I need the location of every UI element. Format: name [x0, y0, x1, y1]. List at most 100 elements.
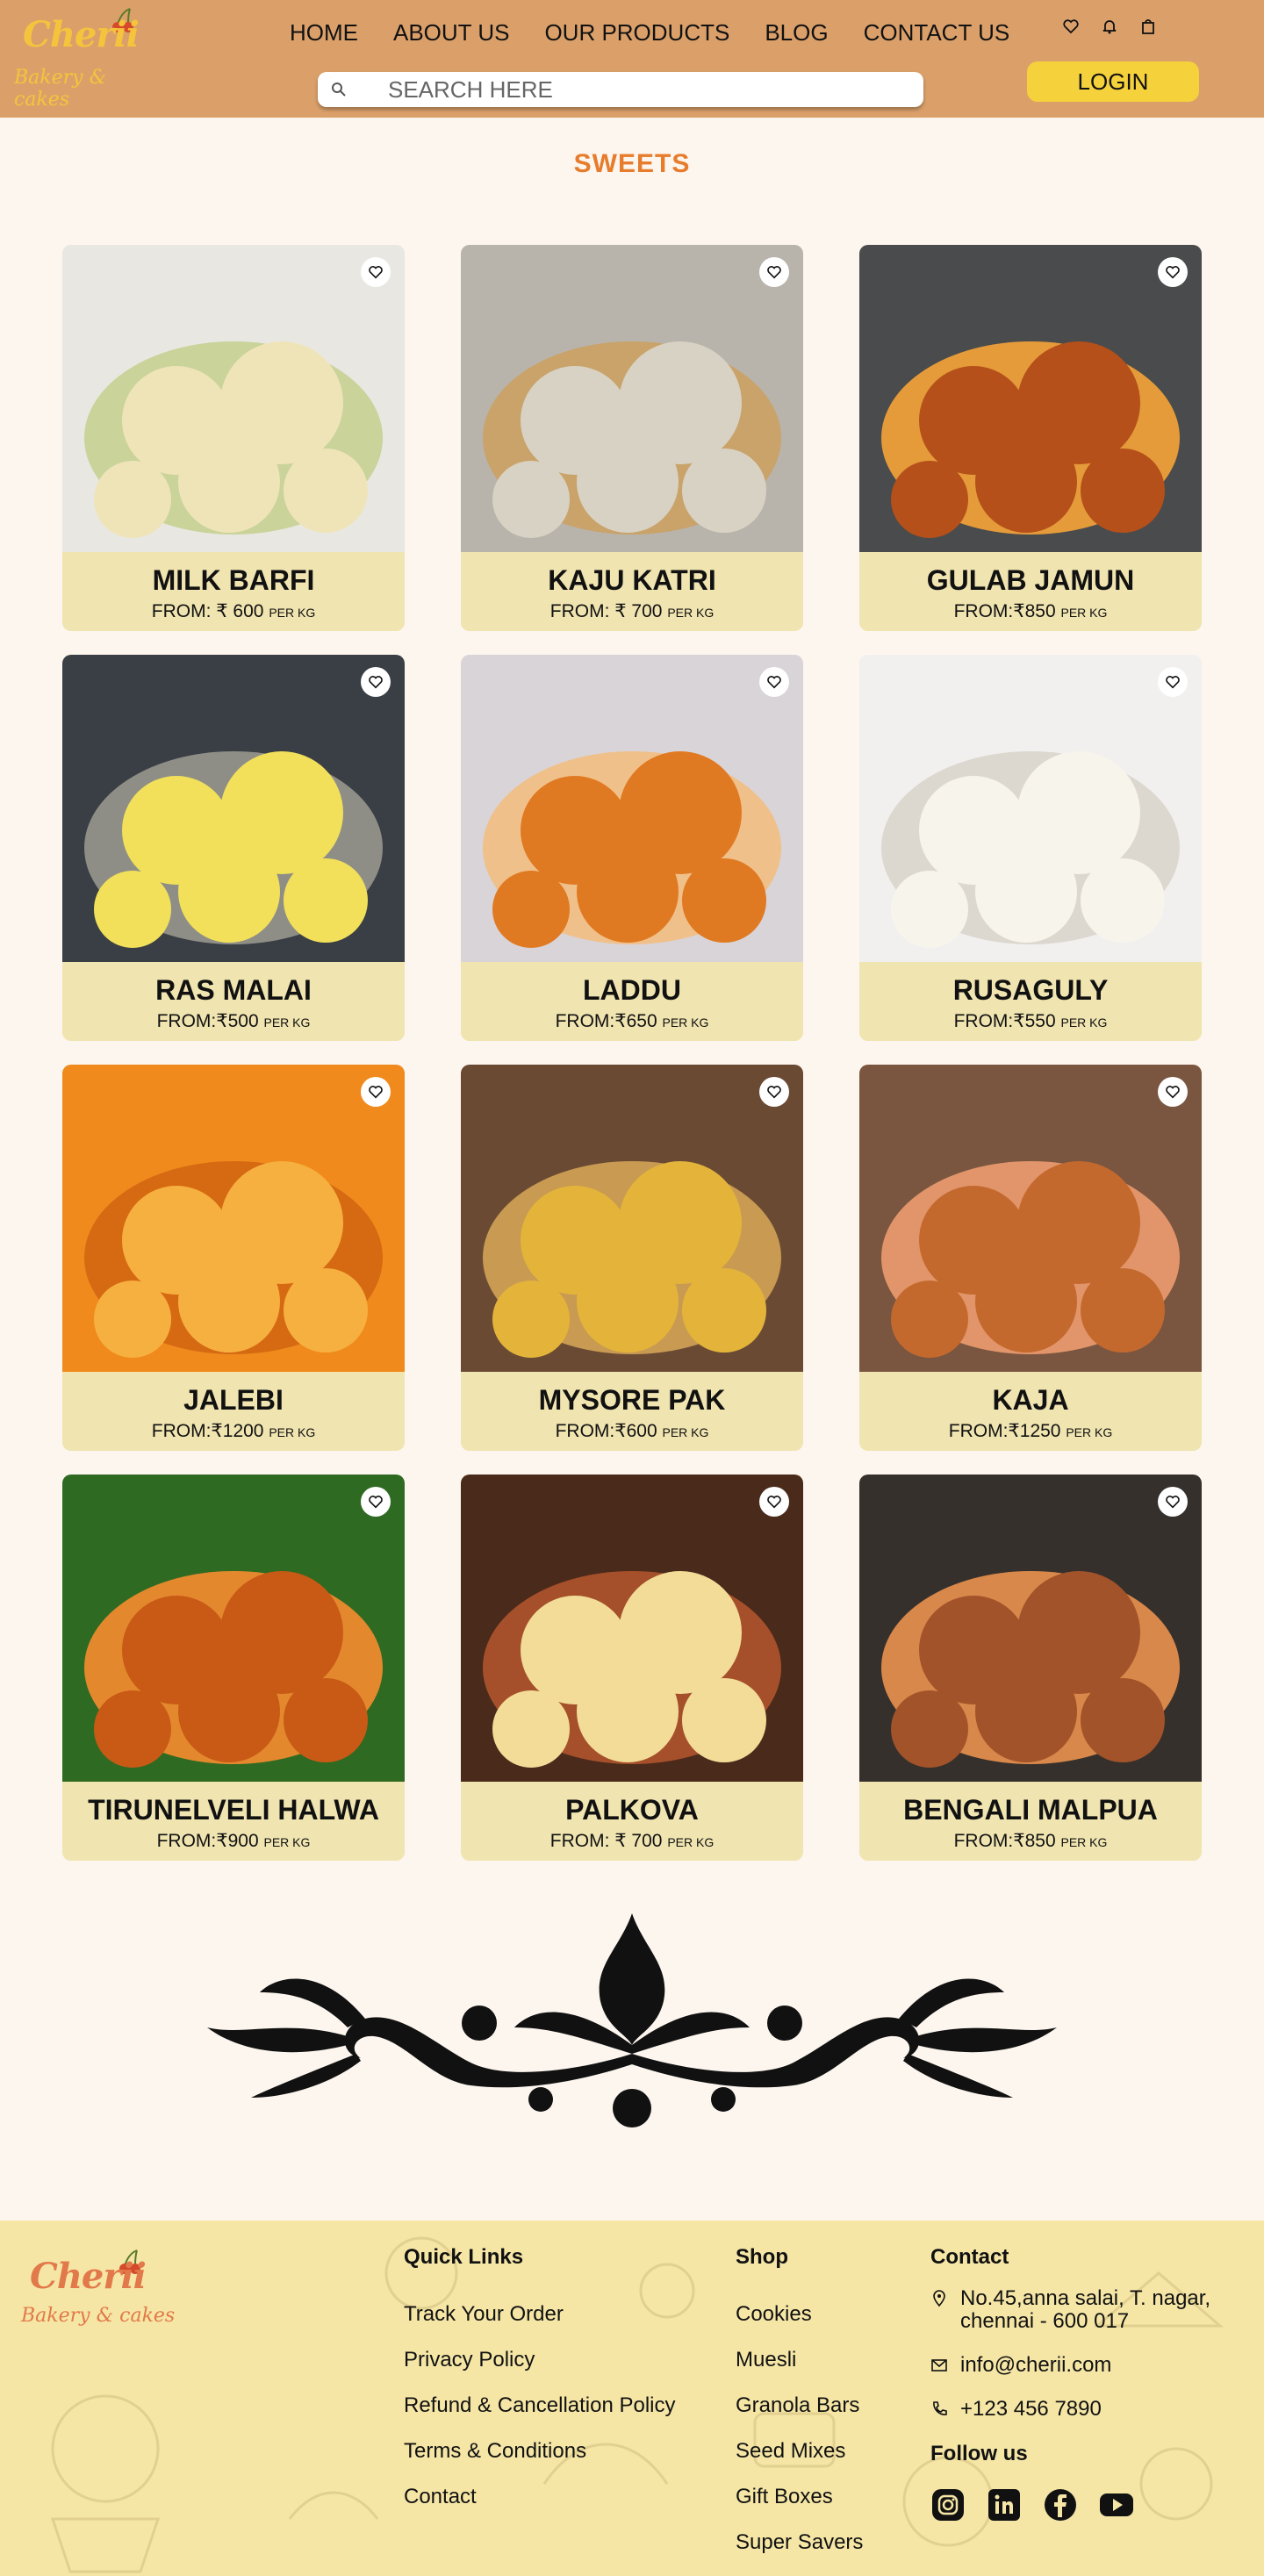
decorative-ornament	[207, 1913, 1057, 2128]
footer-link-privacy-policy[interactable]: Privacy Policy	[404, 2347, 676, 2393]
product-card[interactable]: BENGALI MALPUA FROM:₹850 PER KG	[859, 1475, 1202, 1861]
product-card[interactable]: JALEBI FROM:₹1200 PER KG	[62, 1065, 405, 1451]
contact-column: Contact No.45,anna salai, T. nagar, chen…	[930, 2245, 1255, 2522]
nav-contact-us[interactable]: CONTACT US	[864, 19, 1010, 47]
product-image[interactable]	[461, 1065, 803, 1372]
product-image[interactable]	[461, 1475, 803, 1782]
product-name: GULAB JAMUN	[926, 564, 1135, 596]
product-info: KAJU KATRI FROM: ₹ 700 PER KG	[461, 552, 803, 631]
footer-shop-seed-mixes[interactable]: Seed Mixes	[736, 2438, 863, 2484]
product-card[interactable]: KAJU KATRI FROM: ₹ 700 PER KG	[461, 245, 803, 631]
footer-shop-muesli[interactable]: Muesli	[736, 2347, 863, 2393]
social-links	[930, 2487, 1255, 2522]
product-card[interactable]: LADDU FROM:₹650 PER KG	[461, 655, 803, 1041]
favorite-button[interactable]	[759, 667, 789, 697]
product-card[interactable]: MILK BARFI FROM: ₹ 600 PER KG	[62, 245, 405, 631]
product-card[interactable]: GULAB JAMUN FROM:₹850 PER KG	[859, 245, 1202, 631]
product-name: LADDU	[583, 974, 681, 1006]
product-image[interactable]	[62, 1475, 405, 1782]
product-price-unit: PER KG	[1060, 606, 1108, 620]
contact-email[interactable]: info@cherii.com	[930, 2354, 1255, 2377]
favorite-button[interactable]	[759, 257, 789, 287]
product-price: FROM:₹650 PER KG	[461, 1010, 803, 1032]
product-card[interactable]: RUSAGULY FROM:₹550 PER KG	[859, 655, 1202, 1041]
brand-logo[interactable]: Cherii Bakery & cakes	[14, 5, 163, 111]
favorite-button[interactable]	[361, 667, 391, 697]
product-name: BENGALI MALPUA	[903, 1794, 1158, 1826]
contact-address: No.45,anna salai, T. nagar, chennai - 60…	[930, 2287, 1255, 2333]
heart-icon[interactable]	[1062, 18, 1080, 35]
shopping-bag-icon[interactable]	[1139, 18, 1157, 35]
product-image[interactable]	[859, 655, 1202, 962]
bell-icon[interactable]	[1101, 18, 1118, 35]
footer-shop-cookies[interactable]: Cookies	[736, 2301, 863, 2347]
nav-home[interactable]: HOME	[290, 19, 358, 47]
product-card[interactable]: PALKOVA FROM: ₹ 700 PER KG	[461, 1475, 803, 1861]
favorite-button[interactable]	[1158, 667, 1188, 697]
product-image[interactable]	[62, 655, 405, 962]
footer-link-refund-policy[interactable]: Refund & Cancellation Policy	[404, 2393, 676, 2438]
product-info: MILK BARFI FROM: ₹ 600 PER KG	[62, 552, 405, 631]
favorite-button[interactable]	[759, 1487, 789, 1517]
contact-phone[interactable]: +123 456 7890	[930, 2398, 1255, 2421]
product-name: MILK BARFI	[152, 564, 315, 596]
product-card[interactable]: TIRUNELVELI HALWA FROM:₹900 PER KG	[62, 1475, 405, 1861]
favorite-button[interactable]	[1158, 1077, 1188, 1107]
product-price-unit: PER KG	[1060, 1835, 1108, 1849]
login-button[interactable]: LOGIN	[1027, 61, 1199, 102]
favorite-button[interactable]	[1158, 257, 1188, 287]
product-name: TIRUNELVELI HALWA	[88, 1794, 379, 1826]
footer-shop-gift-boxes[interactable]: Gift Boxes	[736, 2484, 863, 2529]
footer-link-terms[interactable]: Terms & Conditions	[404, 2438, 676, 2484]
nav-our-products[interactable]: OUR PRODUCTS	[544, 19, 729, 47]
product-card[interactable]: MYSORE PAK FROM:₹600 PER KG	[461, 1065, 803, 1451]
favorite-button[interactable]	[361, 257, 391, 287]
favorite-button[interactable]	[361, 1487, 391, 1517]
youtube-icon[interactable]	[1099, 2487, 1134, 2522]
product-card[interactable]: KAJA FROM:₹1250 PER KG	[859, 1065, 1202, 1451]
facebook-icon[interactable]	[1043, 2487, 1078, 2522]
product-price-value: FROM: ₹ 700	[549, 601, 663, 621]
product-image[interactable]	[62, 245, 405, 552]
heart-icon	[1166, 266, 1180, 279]
phone-icon	[933, 2401, 947, 2415]
contact-address-text: No.45,anna salai, T. nagar, chennai - 60…	[960, 2286, 1211, 2333]
heart-icon	[1166, 676, 1180, 689]
heart-icon	[1166, 1496, 1180, 1509]
footer-shop-granola-bars[interactable]: Granola Bars	[736, 2393, 863, 2438]
product-price-unit: PER KG	[269, 1425, 316, 1439]
favorite-button[interactable]	[759, 1077, 789, 1107]
brand-tagline: Bakery & cakes	[14, 67, 107, 111]
nav-blog[interactable]: BLOG	[765, 19, 828, 47]
product-card[interactable]: RAS MALAI FROM:₹500 PER KG	[62, 655, 405, 1041]
product-name: KAJU KATRI	[548, 564, 716, 596]
footer-link-contact[interactable]: Contact	[404, 2484, 676, 2529]
search-icon	[332, 83, 346, 97]
product-image[interactable]	[859, 1065, 1202, 1372]
brand-name: Cherii	[23, 14, 140, 55]
favorite-button[interactable]	[361, 1077, 391, 1107]
product-name: KAJA	[992, 1384, 1069, 1416]
site-footer: Cherii Bakery & cakes Quick Links Track …	[0, 2221, 1264, 2576]
product-price: FROM:₹500 PER KG	[62, 1010, 405, 1032]
footer-logo[interactable]: Cherii Bakery & cakes	[21, 2249, 188, 2345]
linkedin-icon[interactable]	[987, 2487, 1022, 2522]
product-image[interactable]	[62, 1065, 405, 1372]
product-image[interactable]	[461, 245, 803, 552]
nav-about-us[interactable]: ABOUT US	[393, 19, 509, 47]
footer-link-track-order[interactable]: Track Your Order	[404, 2301, 676, 2347]
search-input[interactable]	[388, 75, 897, 104]
product-info: LADDU FROM:₹650 PER KG	[461, 962, 803, 1041]
footer-brand-tagline: Bakery & cakes	[21, 2305, 176, 2327]
instagram-icon[interactable]	[930, 2487, 966, 2522]
contact-email-text[interactable]: info@cherii.com	[960, 2354, 1111, 2377]
product-price: FROM:₹1250 PER KG	[859, 1420, 1202, 1442]
favorite-button[interactable]	[1158, 1487, 1188, 1517]
product-image[interactable]	[859, 1475, 1202, 1782]
contact-phone-text[interactable]: +123 456 7890	[960, 2398, 1102, 2421]
product-image[interactable]	[461, 655, 803, 962]
search-bar[interactable]	[318, 72, 923, 107]
main-nav: HOME ABOUT US OUR PRODUCTS BLOG CONTACT …	[290, 19, 1009, 47]
product-image[interactable]	[859, 245, 1202, 552]
footer-shop-super-savers[interactable]: Super Savers	[736, 2529, 863, 2575]
